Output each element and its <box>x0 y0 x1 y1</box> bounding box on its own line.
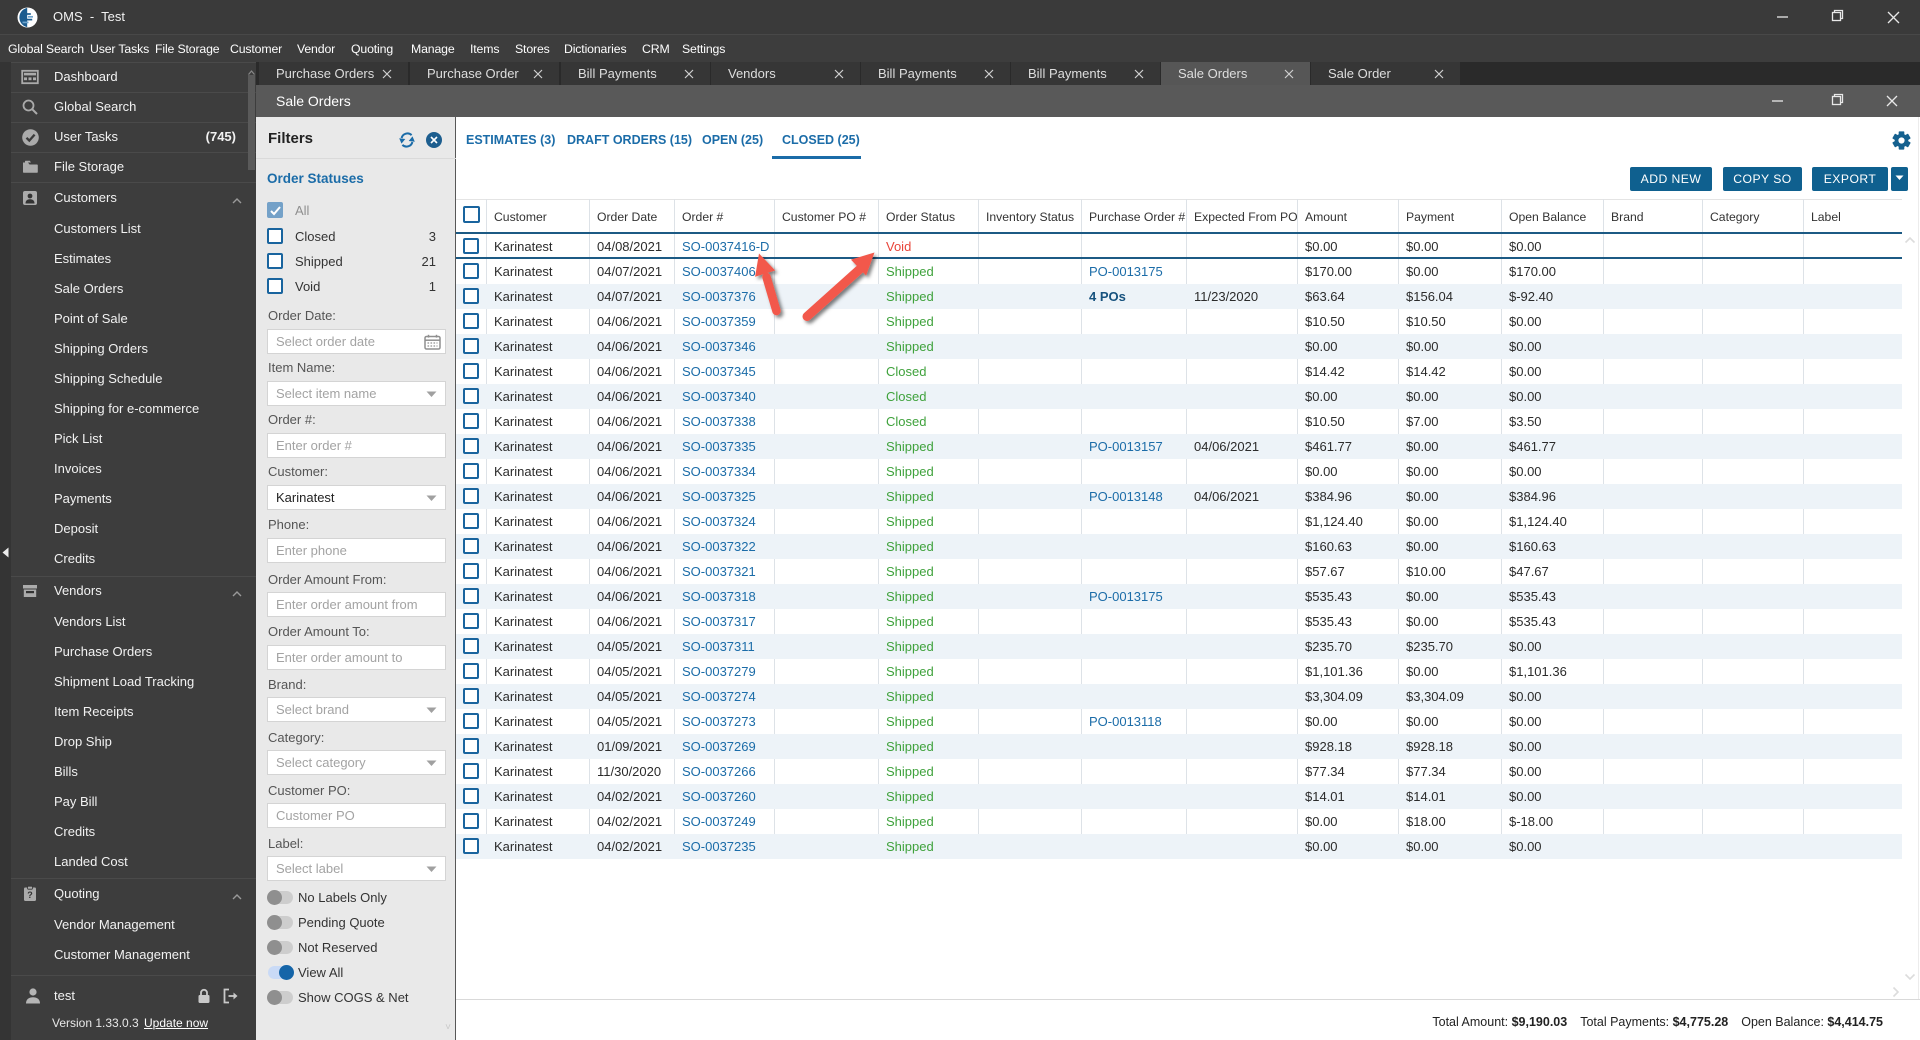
svg-text:?: ? <box>27 890 33 900</box>
